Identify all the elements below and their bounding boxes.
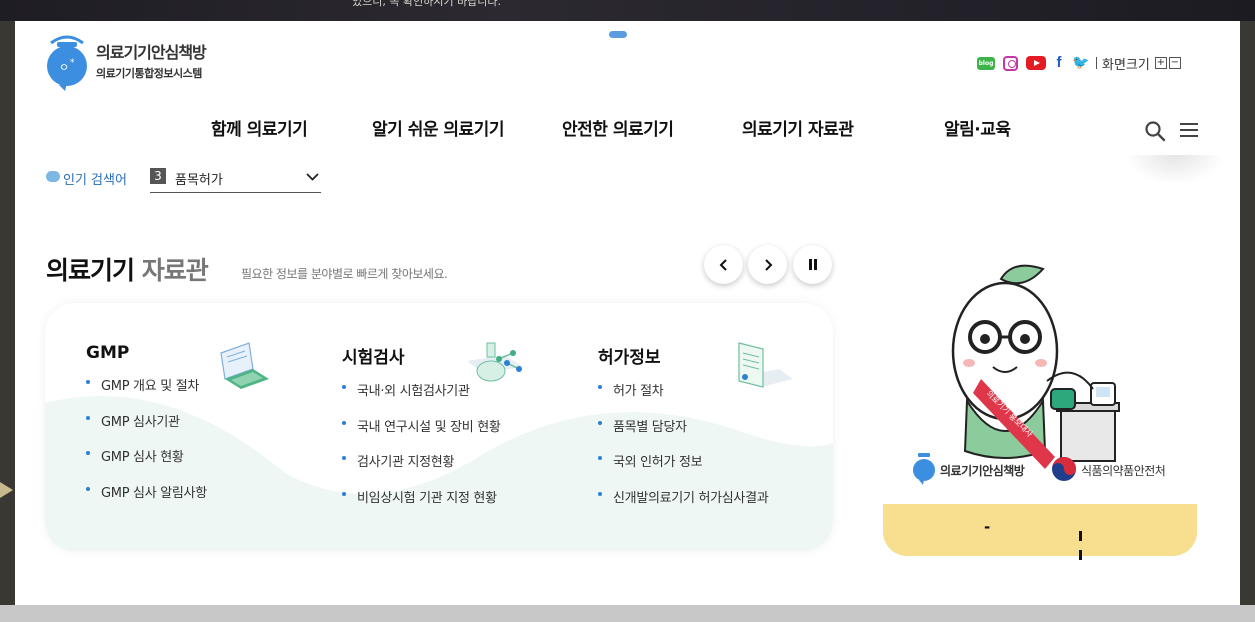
column-list: GMP 개요 및 절차 GMP 심사기관 GMP 심사 현황 GMP 심사 알림… [86, 375, 326, 517]
chevron-right-icon [764, 258, 772, 271]
speech-bubble-icon [46, 171, 60, 182]
popular-keyword[interactable]: 품목허가 [175, 169, 223, 188]
svg-text:*: * [70, 58, 75, 68]
nav-item-easy[interactable]: 알기 쉬운 의료기기 [372, 115, 504, 140]
banner-controls: - [883, 504, 1197, 560]
youtube-icon[interactable] [1026, 56, 1046, 70]
menu-icon[interactable] [1180, 123, 1198, 137]
library-card: GMP GMP 개요 및 절차 GMP 심사기관 GMP 심사 현황 GMP 심… [45, 303, 833, 551]
logo-subtitle: 의료기기통합정보시스템 [96, 67, 202, 80]
list-item[interactable]: GMP 개요 및 절차 [86, 375, 326, 411]
list-item[interactable]: 비임상시험 기관 지정 현황 [342, 487, 582, 523]
laptop-icon [220, 342, 269, 389]
main-page: ㅇ * 의료기기안심책방 의료기기통합정보시스템 blog f 🐦 화면크기 +… [15, 21, 1240, 605]
nav-item-safe[interactable]: 안전한 의료기기 [562, 115, 674, 140]
chevron-left-icon [719, 258, 727, 271]
blog-icon[interactable]: blog [977, 56, 995, 70]
search-icon[interactable] [1144, 120, 1166, 142]
banner-logo-mfds: 식품의약품안전처 [1051, 456, 1166, 484]
section-subtitle: 필요한 정보를 분야별로 빠르게 찾아보세요. [241, 267, 448, 281]
chevron-down-icon[interactable] [306, 170, 319, 183]
pause-button[interactable] [793, 245, 832, 284]
instagram-icon[interactable] [1003, 55, 1018, 71]
list-item[interactable]: 국외 인허가 정보 [598, 451, 833, 487]
banner-logo-bookstore: 의료기기안심책방 [912, 453, 1025, 487]
banner-counter: - [984, 518, 991, 536]
mascot-logo-icon: ㅇ * [47, 35, 87, 91]
column-list: 국내·외 시험검사기관 국내 연구시설 및 장비 현황 검사기관 지정현황 비임… [342, 380, 582, 522]
top-notice-text: 있으니, 꼭 확인하시기 바랍니다. [352, 0, 502, 8]
site-logo[interactable]: ㅇ * 의료기기안심책방 의료기기통합정보시스템 [45, 33, 235, 93]
next-button[interactable] [748, 245, 787, 284]
list-item[interactable]: GMP 심사기관 [86, 411, 326, 447]
banner-logo2-text: 식품의약품안전처 [1081, 464, 1166, 478]
column-title: 시험검사 [342, 348, 405, 368]
banner-logo1-text: 의료기기안심책방 [940, 464, 1025, 478]
list-item[interactable]: GMP 심사 알림사항 [86, 482, 326, 518]
nav-dropdown-shadow [1125, 155, 1225, 185]
section-title-accent: 자료관 [141, 256, 209, 285]
top-notice-bar: 있으니, 꼭 확인하시기 바랍니다. [0, 0, 1255, 21]
column-title: GMP [86, 343, 130, 363]
left-backdrop [0, 21, 15, 605]
list-item[interactable]: 신개발의료기기 허가심사결과 [598, 487, 833, 523]
column-title: 허가정보 [598, 348, 661, 368]
nav-item-library[interactable]: 의료기기 자료관 [742, 115, 854, 140]
main-nav: 함께 의료기기 알기 쉬운 의료기기 안전한 의료기기 의료기기 자료관 알림·… [15, 115, 1240, 145]
taegeuk-emblem-icon [1052, 457, 1076, 481]
bottom-backdrop [0, 605, 1255, 622]
sns-links: blog f 🐦 화면크기 + − [977, 53, 1181, 73]
popup-indicator-dot[interactable] [609, 31, 627, 38]
zoom-in-button[interactable]: + [1154, 57, 1167, 69]
section-title: 의료기기 자료관 [46, 251, 209, 287]
list-item[interactable]: 국내·외 시험검사기관 [342, 380, 582, 416]
prev-button[interactable] [704, 245, 743, 284]
document-icon [738, 342, 793, 388]
popular-search-label: 인기 검색어 [63, 173, 127, 188]
zoom-out-button[interactable]: − [1168, 57, 1181, 69]
pause-icon [808, 259, 817, 270]
zoom-label: 화면크기 [1102, 57, 1150, 73]
sns-divider [1096, 57, 1097, 69]
column-approval: 허가정보 허가 절차 품목별 담당자 국외 인허가 정보 신개발의료기기 허가심… [598, 343, 833, 522]
column-testing: 시험검사 국내·외 시험검사기관 국내 연구시설 및 장비 현황 검사기관 지정… [342, 343, 582, 522]
popular-rank-badge: 3 [150, 168, 166, 184]
twitter-icon[interactable]: 🐦 [1072, 55, 1090, 71]
list-item[interactable]: 검사기관 지정현황 [342, 451, 582, 487]
flask-molecule-icon [467, 342, 523, 382]
logo-title: 의료기기안심책방 [96, 43, 207, 62]
list-item[interactable]: 허가 절차 [598, 380, 833, 416]
list-item[interactable]: 국내 연구시설 및 장비 현황 [342, 416, 582, 452]
banner-pause-icon[interactable] [1079, 526, 1087, 560]
facebook-icon[interactable]: f [1054, 55, 1064, 71]
list-item[interactable]: GMP 심사 현황 [86, 446, 326, 482]
column-gmp: GMP GMP 개요 및 절차 GMP 심사기관 GMP 심사 현황 GMP 심… [86, 343, 326, 517]
svg-text:ㅇ: ㅇ [59, 61, 69, 74]
column-list: 허가 절차 품목별 담당자 국외 인허가 정보 신개발의료기기 허가심사결과 [598, 380, 833, 522]
mascot-small-icon [913, 453, 935, 485]
nav-item-together[interactable]: 함께 의료기기 [211, 115, 308, 140]
nav-item-notice[interactable]: 알림·교육 [944, 115, 1011, 140]
section-title-main: 의료기기 [46, 256, 135, 285]
popular-search-dropdown[interactable]: 3 품목허가 [150, 167, 321, 193]
right-backdrop [1240, 21, 1255, 605]
list-item[interactable]: 품목별 담당자 [598, 416, 833, 452]
left-arrow-icon [0, 482, 13, 498]
